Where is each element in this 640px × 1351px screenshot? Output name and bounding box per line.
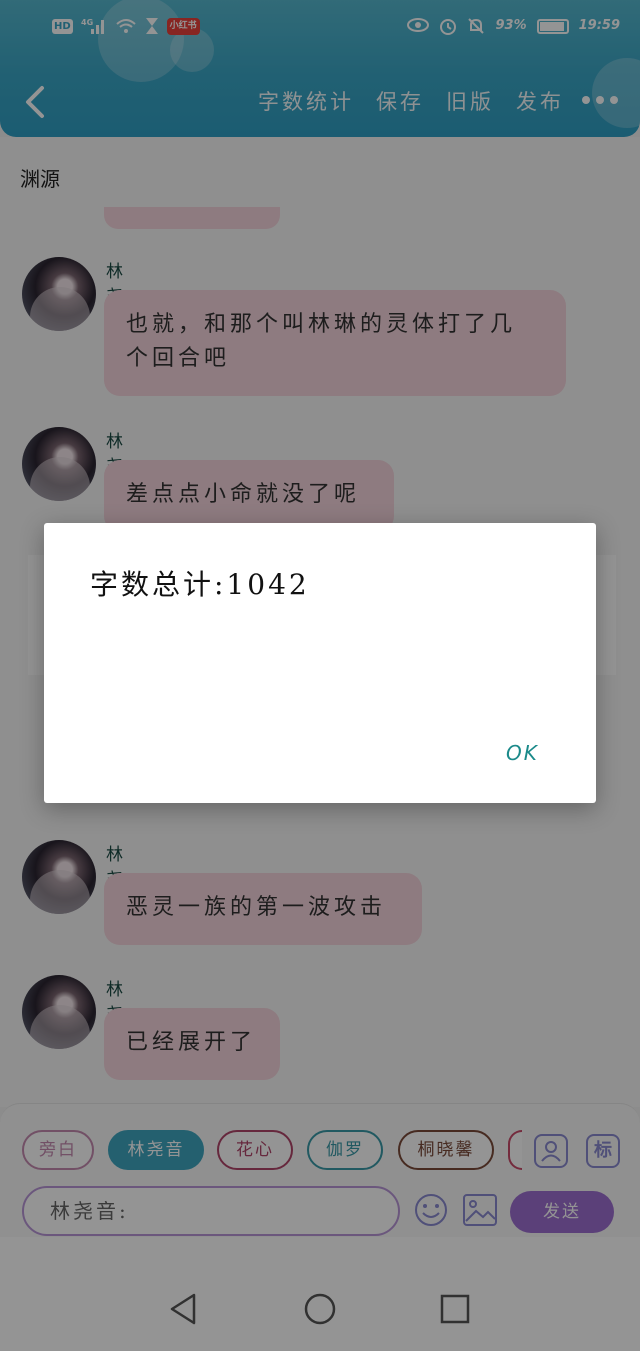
ok-button[interactable]: OK [496, 737, 549, 769]
dialog-message: 字数总计:1042 [90, 568, 310, 601]
word-count-dialog: 字数总计:1042 OK [44, 523, 596, 803]
